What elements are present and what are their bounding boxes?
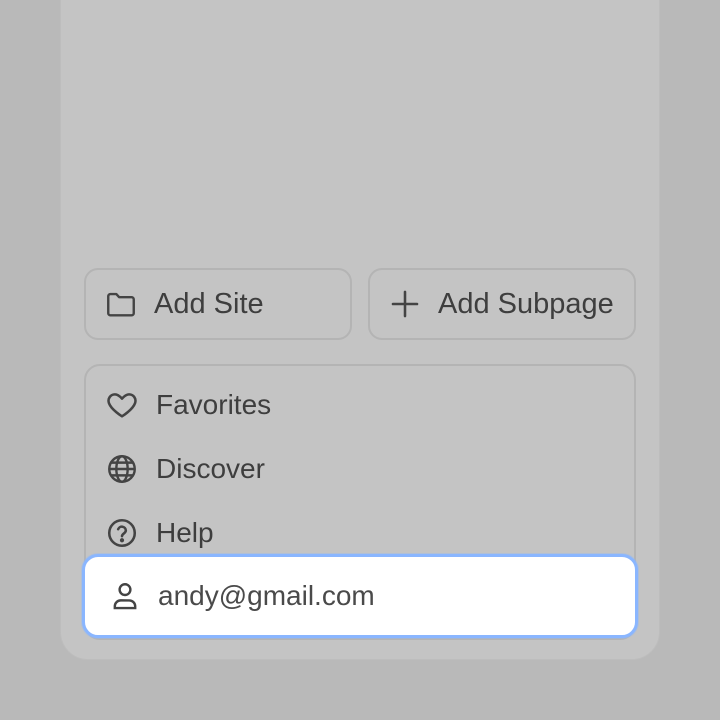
menu-item-label: Help: [156, 517, 214, 548]
menu-item-discover[interactable]: Discover: [104, 441, 604, 497]
menu-item-label: Discover: [156, 453, 265, 484]
heart-icon: [104, 387, 140, 423]
add-site-button[interactable]: Add Site: [84, 268, 352, 340]
globe-icon: [104, 451, 140, 487]
menu-item-favorites[interactable]: Favorites: [104, 377, 604, 433]
help-circle-icon: [104, 515, 140, 551]
plus-icon: [388, 287, 422, 321]
add-subpage-button[interactable]: Add Subpage: [368, 268, 636, 340]
add-site-label: Add Site: [154, 287, 264, 320]
add-subpage-label: Add Subpage: [438, 287, 614, 320]
menu-item-label: Favorites: [156, 389, 272, 420]
user-icon: [107, 578, 143, 614]
folder-icon: [104, 287, 138, 321]
account-email: andy@gmail.com: [158, 580, 375, 611]
account-button[interactable]: andy@gmail.com: [82, 554, 638, 638]
menu-item-help[interactable]: Help: [104, 505, 604, 561]
